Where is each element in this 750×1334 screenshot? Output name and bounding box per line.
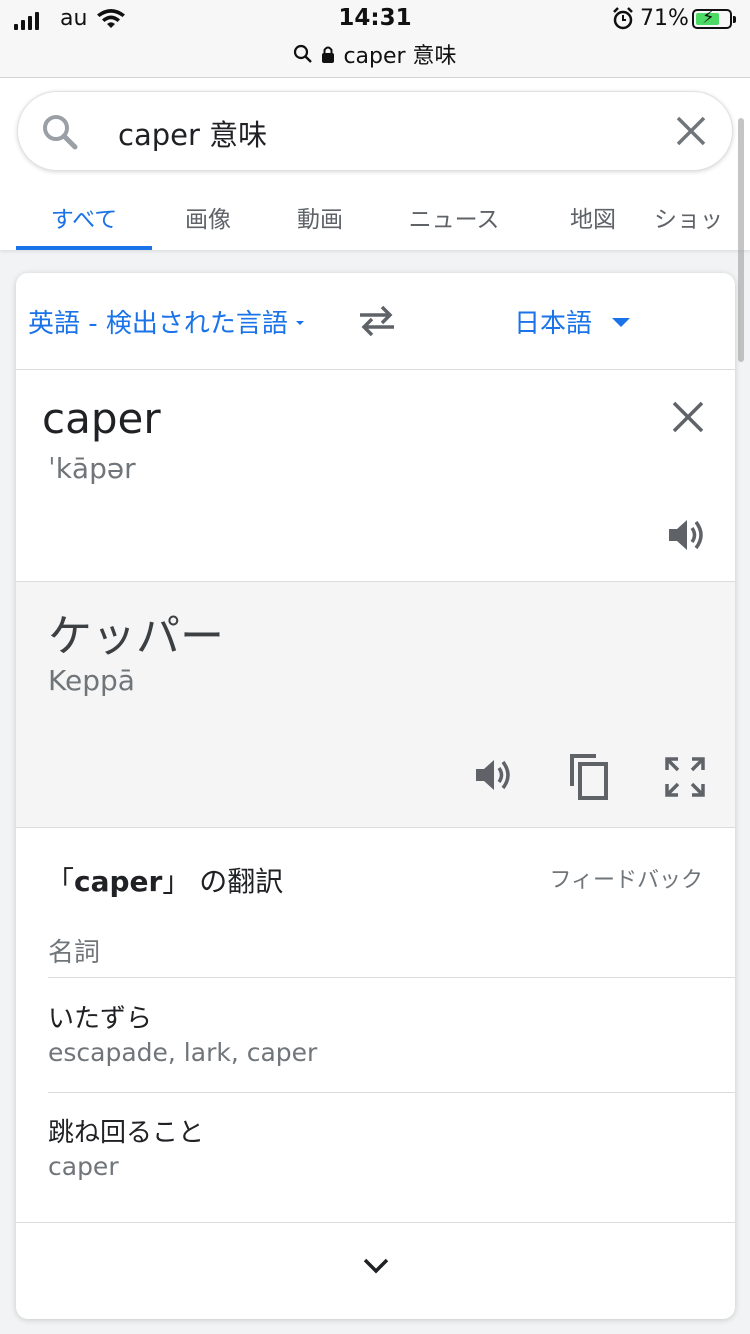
- divider: [48, 977, 735, 978]
- search-query[interactable]: caper 意味: [118, 112, 267, 154]
- entry-word: いたずら: [48, 1004, 153, 1034]
- close-icon[interactable]: [674, 114, 708, 148]
- charging-bolt-icon: ⚡: [702, 7, 715, 28]
- source-text-panel[interactable]: caper ˈkāpər: [16, 370, 735, 582]
- tab-news[interactable]: ニュース: [376, 200, 532, 250]
- battery-percent: 71%: [640, 6, 689, 31]
- tab-maps[interactable]: 地図: [532, 200, 654, 250]
- search-tabs: すべて 画像 動画 ニュース 地図 ショッ: [16, 200, 750, 250]
- close-icon[interactable]: [671, 400, 705, 434]
- search-icon: [294, 44, 313, 63]
- alarm-icon: [613, 7, 633, 30]
- target-language-selector[interactable]: 日本語: [514, 303, 632, 340]
- translated-romanization: Keppā: [48, 664, 135, 697]
- heading-suffix: 」 の翻訳: [162, 865, 284, 898]
- divider: [16, 1222, 735, 1223]
- url-bar[interactable]: caper 意味: [0, 38, 750, 70]
- translation-panel: ケッパー Keppā: [16, 582, 735, 828]
- source-word[interactable]: caper: [42, 394, 161, 443]
- url-text: caper 意味: [343, 44, 457, 69]
- source-language-selector[interactable]: 英語 - 検出された言語: [28, 303, 306, 340]
- tab-shopping[interactable]: ショッ: [654, 200, 750, 250]
- fullscreen-icon[interactable]: [664, 756, 706, 798]
- status-time: 14:31: [338, 5, 412, 31]
- source-phonetic: ˈkāpər: [48, 452, 136, 485]
- target-language-label: 日本語: [514, 309, 593, 339]
- entry-synonyms: caper: [48, 1152, 119, 1181]
- source-language-label: 英語 - 検出された言語: [28, 309, 288, 339]
- dictionary-heading: 「caper」 の翻訳: [46, 860, 283, 900]
- heading-word: caper: [74, 865, 163, 898]
- tab-images[interactable]: 画像: [152, 200, 264, 250]
- battery-icon: ⚡: [692, 7, 736, 29]
- dropdown-arrow-icon: [612, 317, 631, 327]
- search-icon: [43, 115, 78, 150]
- swap-icon[interactable]: [356, 303, 398, 339]
- search-header: caper 意味 すべて 画像 動画 ニュース 地図 ショッ: [0, 78, 750, 250]
- entry-word: 跳ね回ること: [48, 1118, 205, 1148]
- heading-prefix: 「: [46, 865, 75, 898]
- speaker-icon[interactable]: [665, 514, 707, 556]
- browser-top-bar: au 14:31 71% ⚡ caper 意味: [0, 0, 750, 78]
- scrollbar[interactable]: [738, 118, 744, 362]
- speaker-icon[interactable]: [472, 754, 514, 796]
- search-input[interactable]: caper 意味: [17, 91, 733, 171]
- copy-icon[interactable]: [566, 752, 612, 802]
- part-of-speech: 名詞: [48, 938, 101, 968]
- entry-synonyms: escapade, lark, caper: [48, 1038, 318, 1067]
- feedback-link[interactable]: フィードバック: [549, 862, 703, 894]
- tab-videos[interactable]: 動画: [264, 200, 376, 250]
- dropdown-arrow-icon: [295, 320, 304, 325]
- tab-all[interactable]: すべて: [16, 200, 152, 250]
- chevron-down-icon[interactable]: [362, 1257, 390, 1275]
- translate-card: 英語 - 検出された言語 日本語 caper ˈkāpər ケッパー Keppā…: [16, 273, 735, 1319]
- language-selector-row: 英語 - 検出された言語 日本語: [16, 273, 735, 370]
- lock-icon: [322, 46, 335, 63]
- translated-word: ケッパー: [48, 611, 224, 662]
- divider: [48, 1092, 735, 1093]
